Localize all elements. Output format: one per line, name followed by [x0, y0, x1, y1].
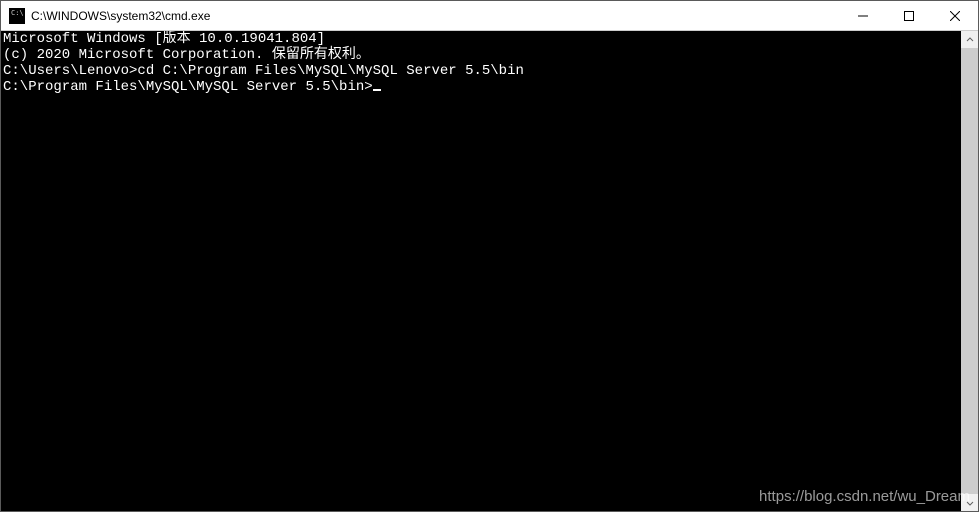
scroll-thumb[interactable] — [961, 48, 978, 494]
window-controls — [840, 1, 978, 30]
close-button[interactable] — [932, 1, 978, 30]
window-title: C:\WINDOWS\system32\cmd.exe — [31, 9, 840, 23]
scroll-down-button[interactable] — [961, 494, 978, 511]
minimize-button[interactable] — [840, 1, 886, 30]
chevron-down-icon — [966, 499, 974, 507]
terminal-line: (c) 2020 Microsoft Corporation. 保留所有权利。 — [3, 47, 961, 63]
maximize-button[interactable] — [886, 1, 932, 30]
maximize-icon — [904, 11, 914, 21]
close-icon — [950, 11, 960, 21]
vertical-scrollbar[interactable] — [961, 31, 978, 511]
client-area: Microsoft Windows [版本 10.0.19041.804](c)… — [1, 31, 978, 511]
cursor — [373, 89, 381, 91]
terminal-line: C:\Program Files\MySQL\MySQL Server 5.5\… — [3, 79, 961, 95]
cmd-icon — [9, 8, 25, 24]
scroll-up-button[interactable] — [961, 31, 978, 48]
cmd-window: C:\WINDOWS\system32\cmd.exe Microsoft Wi… — [0, 0, 979, 512]
terminal-output[interactable]: Microsoft Windows [版本 10.0.19041.804](c)… — [1, 31, 961, 511]
terminal-line: C:\Users\Lenovo>cd C:\Program Files\MySQ… — [3, 63, 961, 79]
minimize-icon — [858, 11, 868, 21]
terminal-line: Microsoft Windows [版本 10.0.19041.804] — [3, 31, 961, 47]
chevron-up-icon — [966, 36, 974, 44]
titlebar[interactable]: C:\WINDOWS\system32\cmd.exe — [1, 1, 978, 31]
